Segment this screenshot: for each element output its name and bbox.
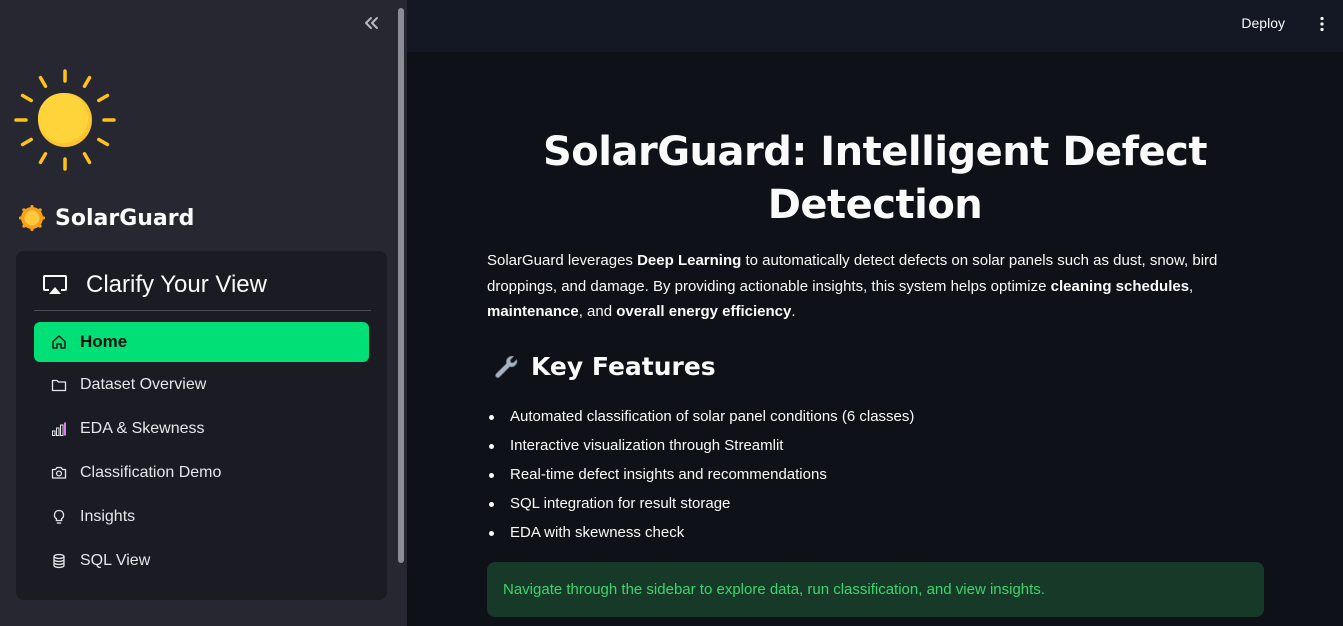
key-features-list: Automated classification of solar panel … bbox=[487, 404, 914, 549]
app: SolarGuard Clarify Your View Home Datase… bbox=[0, 0, 1343, 626]
list-item: Interactive visualization through Stream… bbox=[487, 433, 914, 462]
intro-bold-text: maintenance bbox=[487, 303, 579, 320]
nav-item-label: SQL View bbox=[80, 552, 151, 569]
nav-item-label: EDA & Skewness bbox=[80, 420, 205, 437]
camera-icon bbox=[50, 464, 68, 482]
wrench-icon bbox=[495, 355, 518, 378]
menu-divider bbox=[34, 310, 371, 311]
sidebar-scrollbar[interactable] bbox=[398, 8, 404, 563]
list-item: Automated classification of solar panel … bbox=[487, 404, 914, 433]
house-icon bbox=[50, 333, 68, 351]
nav-item-label: Insights bbox=[80, 508, 136, 525]
sun-emoji-icon bbox=[19, 205, 45, 231]
sidebar: SolarGuard Clarify Your View Home Datase… bbox=[0, 0, 407, 626]
list-item: Real-time defect insights and recommenda… bbox=[487, 462, 914, 491]
navigation-menu: Clarify Your View Home Dataset Overview bbox=[16, 251, 387, 600]
intro-text: . bbox=[791, 303, 796, 320]
bar-chart-icon bbox=[50, 420, 68, 438]
main-menu-button[interactable] bbox=[1315, 14, 1329, 34]
intro-text: , and bbox=[578, 303, 617, 320]
page-title: SolarGuard: Intelligent Defect Detection bbox=[542, 129, 1208, 228]
lightbulb-icon bbox=[50, 508, 68, 526]
folder-icon bbox=[50, 376, 68, 394]
nav-item-label: Home bbox=[80, 332, 128, 351]
success-alert-text: Navigate through the sidebar to explore … bbox=[503, 581, 1045, 598]
intro-bold-text: cleaning schedules bbox=[1050, 277, 1190, 295]
intro-text: , bbox=[1189, 277, 1194, 295]
top-header: Deploy bbox=[407, 0, 1343, 52]
collapse-sidebar-button[interactable] bbox=[360, 12, 382, 34]
nav-item-label: Dataset Overview bbox=[80, 376, 207, 393]
nav-item-sql-view[interactable]: SQL View bbox=[34, 541, 369, 581]
nav-item-insights[interactable]: Insights bbox=[34, 497, 369, 537]
sun-logo-icon bbox=[14, 69, 116, 171]
intro-text: SolarGuard leverages bbox=[487, 252, 638, 269]
intro-bold-text: Deep Learning bbox=[637, 252, 742, 269]
database-icon bbox=[50, 552, 68, 570]
intro-bold-text: overall energy efficiency bbox=[616, 303, 792, 320]
brand-title: SolarGuard bbox=[55, 205, 195, 231]
intro-paragraph: SolarGuard leverages Deep Learning to au… bbox=[487, 248, 1264, 325]
list-item: SQL integration for result storage bbox=[487, 491, 914, 520]
vertical-ellipsis-icon bbox=[1320, 16, 1324, 32]
list-item: EDA with skewness check bbox=[487, 520, 914, 549]
nav-item-eda-skewness[interactable]: EDA & Skewness bbox=[34, 409, 369, 449]
nav-item-label: Classification Demo bbox=[80, 464, 222, 481]
menu-title: Clarify Your View bbox=[86, 271, 267, 298]
deploy-button[interactable]: Deploy bbox=[1241, 15, 1285, 31]
success-alert: Navigate through the sidebar to explore … bbox=[487, 562, 1264, 617]
sidebar-brand: SolarGuard bbox=[19, 205, 194, 231]
key-features-title: Key Features bbox=[531, 352, 716, 381]
key-features-heading: Key Features bbox=[493, 352, 716, 381]
nav-item-classification-demo[interactable]: Classification Demo bbox=[34, 453, 369, 493]
airplay-icon bbox=[43, 275, 67, 294]
nav-item-home[interactable]: Home bbox=[34, 322, 369, 362]
nav-item-dataset-overview[interactable]: Dataset Overview bbox=[34, 365, 369, 405]
menu-header: Clarify Your View bbox=[42, 271, 267, 299]
main-content: SolarGuard: Intelligent Defect Detection… bbox=[407, 52, 1343, 626]
double-chevron-left-icon bbox=[365, 17, 378, 29]
